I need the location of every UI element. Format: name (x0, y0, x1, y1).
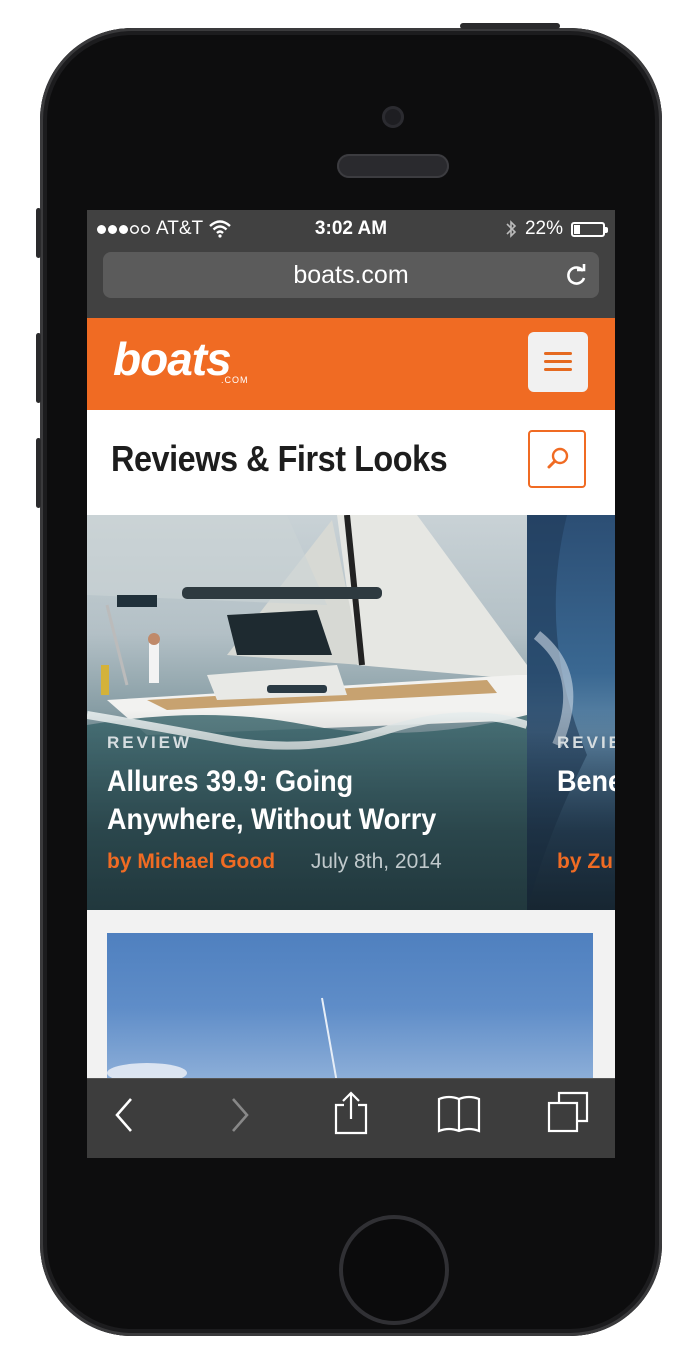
article-tag: REVIEW (107, 733, 193, 752)
bookmarks-icon[interactable] (437, 1095, 481, 1135)
battery-tip (605, 226, 608, 233)
volume-up-button (36, 333, 41, 403)
article-title[interactable]: Bene Innov (557, 763, 615, 801)
logo-text: boats (113, 333, 232, 385)
tabs-icon[interactable] (547, 1091, 589, 1133)
volume-down-button (36, 438, 41, 508)
search-icon (547, 447, 569, 469)
screen: AT&T 3:02 AM 22% boats.com boats .COM Re… (87, 210, 615, 1158)
article-byline: by Zu (557, 850, 613, 874)
battery-level (574, 224, 580, 234)
article-tag: REVIE (557, 733, 615, 752)
share-icon[interactable] (334, 1091, 368, 1135)
url-text: boats.com (293, 261, 409, 289)
article-byline: by Michael Good July 8th, 2014 (107, 850, 442, 874)
article-title[interactable]: Allures 39.9: Going Anywhere, Without Wo… (107, 763, 476, 839)
article-author[interactable]: by Zu (557, 850, 613, 873)
article-card[interactable]: REVIEW Allures 39.9: Going Anywhere, Wit… (87, 515, 527, 910)
water-photo (107, 997, 338, 1083)
article-author[interactable]: by Michael Good (107, 850, 275, 873)
site-header: boats .COM (87, 318, 615, 410)
bluetooth-icon (506, 220, 517, 238)
article-image[interactable] (107, 933, 593, 1083)
forward-arrow-icon[interactable] (229, 1097, 251, 1133)
battery-percent: 22% (524, 218, 563, 239)
status-right: 22% (505, 218, 608, 240)
article-card-next[interactable]: REVIE Bene Innov by Zu (527, 515, 615, 910)
back-arrow-icon[interactable] (113, 1097, 135, 1133)
logo-suffix: .COM (221, 375, 249, 385)
mute-switch (36, 208, 41, 258)
browser-address-bar: boats.com (87, 248, 615, 318)
front-camera (382, 106, 404, 128)
reviews-carousel[interactable]: REVIEW Allures 39.9: Going Anywhere, Wit… (87, 515, 615, 910)
home-button[interactable] (339, 1215, 449, 1325)
browser-toolbar (87, 1078, 615, 1158)
status-bar: AT&T 3:02 AM 22% (87, 210, 615, 248)
menu-button[interactable] (528, 332, 588, 392)
page-title: Reviews & First Looks (111, 438, 448, 479)
search-button[interactable] (528, 430, 586, 488)
earpiece-speaker (337, 154, 449, 178)
reload-icon[interactable] (563, 262, 589, 288)
battery-icon (571, 221, 608, 237)
power-button (460, 23, 560, 29)
url-field[interactable]: boats.com (103, 252, 599, 298)
article-date: July 8th, 2014 (310, 850, 442, 873)
site-logo[interactable]: boats (113, 332, 232, 386)
